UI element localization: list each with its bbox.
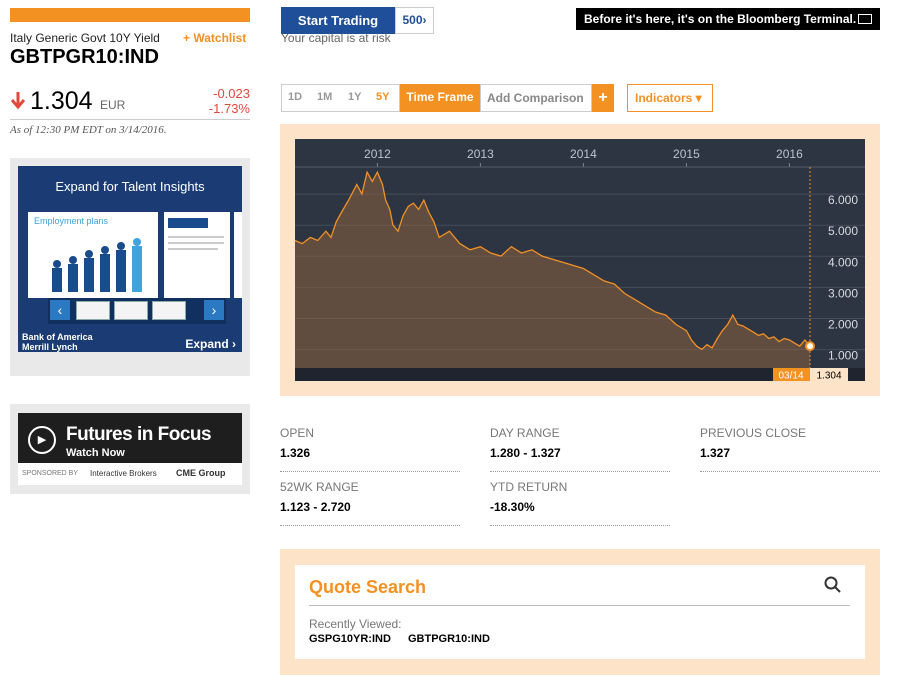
ad-panel[interactable]: Expand for Talent Insights Employment pl…: [18, 166, 242, 352]
ad-thumbnail[interactable]: [76, 301, 110, 320]
talent-insights-ad[interactable]: Expand for Talent Insights Employment pl…: [10, 158, 250, 376]
chart-last-point[interactable]: [805, 341, 815, 352]
y-tick-label: 3.000: [828, 286, 858, 300]
range-1y-button[interactable]: 1Y: [348, 91, 361, 103]
range-1d-button[interactable]: 1D: [288, 91, 302, 103]
sponsor-strip: SPONSORED BY Interactive Brokers CME Gro…: [18, 463, 242, 485]
ad-thumbnail[interactable]: [114, 301, 148, 320]
stat-label: PREVIOUS CLOSE: [700, 426, 807, 440]
x-tick-label: 2013: [467, 147, 494, 161]
start-trading-button[interactable]: Start Trading: [281, 7, 395, 34]
as-of-timestamp: As of 12:30 PM EDT on 3/14/2016.: [10, 124, 167, 136]
sponsor-name: CME Group: [176, 468, 226, 478]
ad-title: Expand for Talent Insights: [55, 179, 205, 194]
price-chart-panel: 2012 2013 2014 2015 2016 6.000 5.000 4.000 3.00…: [280, 124, 880, 396]
x-tick-label: 2016: [776, 147, 803, 161]
x-tick-label: 2014: [570, 147, 597, 161]
last-date-label: 03/14: [778, 371, 803, 382]
ad-thumbnail-strip: ‹ ›: [48, 298, 226, 324]
capital-risk-disclaimer: Your capital is at risk: [281, 31, 391, 45]
y-tick-label: 6.000: [828, 193, 858, 207]
recently-viewed-list: GSPG10YR:IND GBTPGR10:IND: [309, 633, 504, 645]
stat-value: 1.326: [280, 446, 311, 460]
watch-now-link[interactable]: Watch Now: [66, 447, 125, 459]
chevron-left-icon[interactable]: ‹: [50, 300, 70, 320]
add-comparison-input[interactable]: Add Comparison: [480, 84, 592, 112]
stat-value: 1.123 - 2.720: [280, 500, 351, 514]
people-chart-icon: [52, 238, 142, 292]
add-to-watchlist-link[interactable]: + Watchlist: [183, 31, 246, 45]
x-tick-label: 2015: [673, 147, 700, 161]
play-icon[interactable]: ▶: [28, 426, 56, 454]
stat-day-range: DAY RANGE 1.280 - 1.327: [490, 426, 670, 472]
search-icon[interactable]: [823, 575, 843, 595]
y-tick-label: 2.000: [828, 317, 858, 331]
range-selector: 1D 1M 1Y 5Y: [281, 84, 400, 112]
y-tick-label: 5.000: [828, 224, 858, 238]
price-change-percent: -1.73%: [208, 101, 250, 116]
stat-value: 1.327: [700, 446, 731, 460]
recent-ticker-link[interactable]: GSPG10YR:IND: [309, 633, 391, 645]
ad-expand-button[interactable]: Expand ›: [185, 337, 236, 351]
broker-logo[interactable]: 500›: [395, 7, 434, 34]
ad-slide-card: [164, 212, 230, 298]
price-chart[interactable]: 2012 2013 2014 2015 2016 6.000 5.000 4.000 3.00…: [295, 139, 865, 381]
x-tick-label: 2012: [364, 147, 391, 161]
range-1m-button[interactable]: 1M: [317, 91, 332, 103]
futures-in-focus-ad[interactable]: ▶ Futures in Focus Watch Now SPONSORED B…: [10, 404, 250, 494]
ad-slide-card: Employment plans: [28, 212, 158, 298]
add-comparison-button[interactable]: +: [592, 84, 614, 112]
range-5y-button[interactable]: 5Y: [376, 91, 389, 103]
quote-search-panel: Quote Search Recently Viewed: GSPG10YR:I…: [280, 549, 880, 675]
ad-title: Futures in Focus: [66, 424, 212, 445]
quote-search-input[interactable]: Quote Search: [309, 577, 426, 598]
stat-previous-close: PREVIOUS CLOSE 1.327: [700, 426, 880, 472]
terminal-promo-text: Before it's here, it's on the Bloomberg …: [584, 12, 857, 26]
terminal-icon: [858, 14, 872, 24]
stat-52wk-range: 52WK RANGE 1.123 - 2.720: [280, 480, 460, 526]
stat-open: OPEN 1.326: [280, 426, 460, 472]
price-currency: EUR: [100, 98, 126, 112]
stat-label: 52WK RANGE: [280, 480, 359, 494]
ad-thumbnail[interactable]: [152, 301, 186, 320]
sponsored-by-label: SPONSORED BY: [22, 470, 79, 477]
arrow-down-icon: [10, 92, 26, 110]
y-tick-label: 4.000: [828, 255, 858, 269]
header-accent-bar: [10, 8, 250, 22]
ad-card-title: Employment plans: [34, 216, 109, 226]
y-tick-label: 1.000: [828, 349, 858, 363]
indicators-dropdown[interactable]: Indicators ▾: [627, 84, 713, 112]
sponsor-name: Interactive Brokers: [90, 469, 157, 478]
ad-slide-card: [234, 212, 242, 298]
stat-value: 1.280 - 1.327: [490, 446, 561, 460]
time-frame-button[interactable]: Time Frame: [400, 84, 480, 112]
quote-search-box: Quote Search Recently Viewed: GSPG10YR:I…: [295, 565, 865, 659]
price-change-absolute: -0.023: [213, 86, 250, 101]
security-name: Italy Generic Govt 10Y Yield: [10, 31, 160, 45]
stat-ytd-return: YTD RETURN -18.30%: [490, 480, 670, 526]
last-value-label: 1.304: [816, 371, 841, 382]
last-price: 1.304: [30, 87, 93, 115]
stat-label: YTD RETURN: [490, 480, 568, 494]
ticker-symbol: GBTPGR10:IND: [10, 46, 159, 68]
chevron-right-icon[interactable]: ›: [204, 300, 224, 320]
bank-logo: Bank of America Merrill Lynch: [22, 332, 93, 352]
search-underline: [309, 605, 850, 606]
stat-label: DAY RANGE: [490, 426, 560, 440]
stat-label: OPEN: [280, 426, 315, 440]
ad-panel[interactable]: ▶ Futures in Focus Watch Now SPONSORED B…: [18, 413, 242, 485]
recently-viewed-label: Recently Viewed:: [309, 617, 402, 631]
stat-value: -18.30%: [490, 500, 535, 514]
terminal-promo-banner[interactable]: Before it's here, it's on the Bloomberg …: [576, 8, 880, 30]
price-block: 1.304 EUR -0.023 -1.73%: [10, 86, 250, 120]
recent-ticker-link[interactable]: GBTPGR10:IND: [408, 633, 490, 645]
